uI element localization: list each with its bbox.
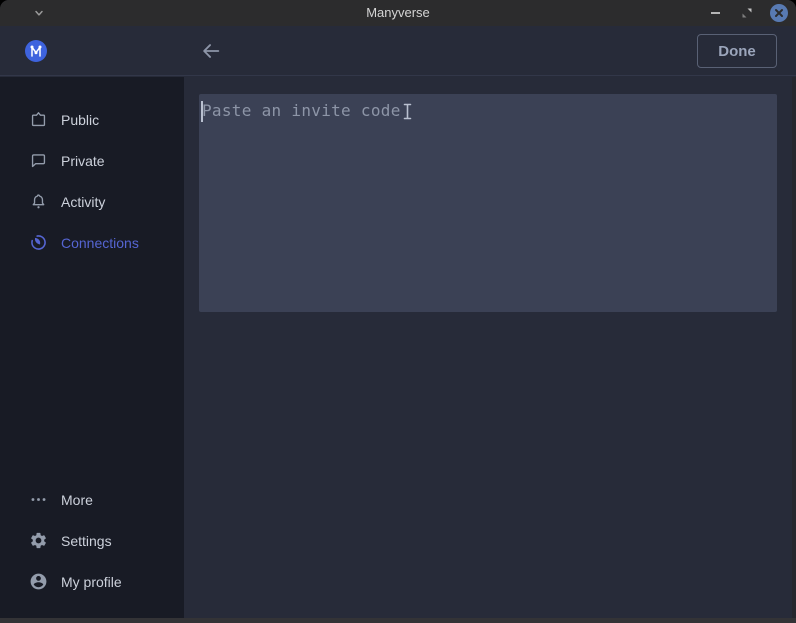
sidebar-item-label: Settings (61, 533, 112, 549)
close-icon (770, 4, 788, 22)
restore-icon (741, 7, 753, 19)
bell-icon (29, 192, 48, 211)
sidebar-item-label: More (61, 492, 93, 508)
gear-icon (29, 531, 48, 550)
back-arrow-icon[interactable] (200, 40, 222, 62)
sidebar-item-label: Activity (61, 194, 105, 210)
sidebar-item-connections[interactable]: Connections (0, 222, 184, 263)
sidebar-item-private[interactable]: Private (0, 140, 184, 181)
main-content (184, 77, 796, 618)
sidebar-item-my-profile[interactable]: My profile (0, 561, 184, 602)
app-header: Done (0, 26, 796, 76)
invite-code-input[interactable] (199, 94, 777, 312)
account-circle-icon (29, 572, 48, 591)
sidebar-item-activity[interactable]: Activity (0, 181, 184, 222)
window-controls (706, 0, 788, 26)
sidebar-spacer (0, 263, 184, 479)
minimize-button[interactable] (706, 4, 724, 22)
sidebar-item-public[interactable]: Public (0, 99, 184, 140)
sidebar-item-label: Private (61, 153, 105, 169)
bulletin-board-icon (29, 110, 48, 129)
window-frame-right (792, 77, 796, 618)
sidebar-item-label: My profile (61, 574, 122, 590)
window-frame-bottom (0, 618, 796, 623)
minimize-icon (711, 12, 720, 14)
restore-button[interactable] (738, 4, 756, 22)
sidebar-item-label: Public (61, 112, 99, 128)
close-button[interactable] (770, 4, 788, 22)
connections-dial-icon (29, 233, 48, 252)
os-titlebar: Manyverse (0, 0, 796, 26)
invite-code-field-wrapper (199, 94, 777, 312)
manyverse-logo-icon (24, 39, 48, 63)
message-bubble-icon (29, 151, 48, 170)
dots-horizontal-icon (29, 490, 48, 509)
sidebar-item-more[interactable]: More (0, 479, 184, 520)
manyverse-window: Manyverse (0, 0, 796, 623)
sidebar-item-label: Connections (61, 235, 139, 251)
sidebar-item-settings[interactable]: Settings (0, 520, 184, 561)
done-button[interactable]: Done (697, 34, 777, 68)
sidebar: Public Private Activity (0, 77, 184, 618)
window-title: Manyverse (0, 0, 796, 26)
